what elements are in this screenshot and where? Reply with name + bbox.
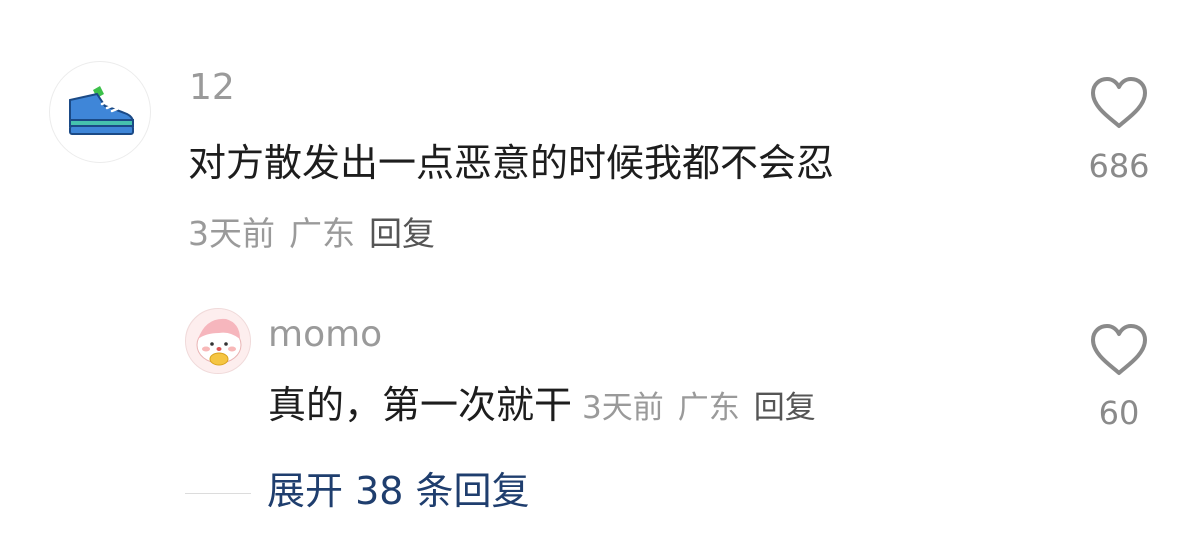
comment-avatar[interactable]: [49, 61, 151, 163]
expand-divider: [185, 493, 251, 494]
cartoon-avatar-icon: [186, 309, 250, 373]
heart-icon: [1091, 324, 1147, 375]
reply-avatar[interactable]: [185, 308, 251, 374]
reply-like-button[interactable]: [1079, 323, 1159, 377]
comment-text: 对方散发出一点恶意的时候我都不会忍: [188, 141, 835, 185]
comment-meta: 3天前 广东 回复: [188, 217, 435, 250]
reply-like-count: 60: [1098, 394, 1140, 432]
sneaker-icon: [69, 86, 134, 135]
reply-row: 真的，第一次就干 3天前 广东 回复: [268, 386, 816, 424]
reply-time: 3天前: [582, 390, 664, 426]
reply-reply-button[interactable]: 回复: [754, 390, 816, 426]
expand-replies-button[interactable]: 展开 38 条回复: [267, 472, 530, 510]
comment-like-button[interactable]: [1079, 76, 1159, 130]
comment-like-count: 686: [1088, 147, 1150, 185]
comment-location: 广东: [289, 214, 355, 253]
reply-location: 广东: [677, 390, 740, 426]
comment-username[interactable]: 12: [189, 70, 235, 106]
reply-meta: 3天前 广东 回复: [582, 390, 816, 426]
reply-text: 真的，第一次就干: [268, 383, 573, 427]
heart-icon: [1091, 77, 1147, 128]
reply-username[interactable]: momo: [268, 317, 382, 353]
comment-time: 3天前: [188, 214, 275, 253]
comment-reply-button[interactable]: 回复: [369, 214, 435, 253]
